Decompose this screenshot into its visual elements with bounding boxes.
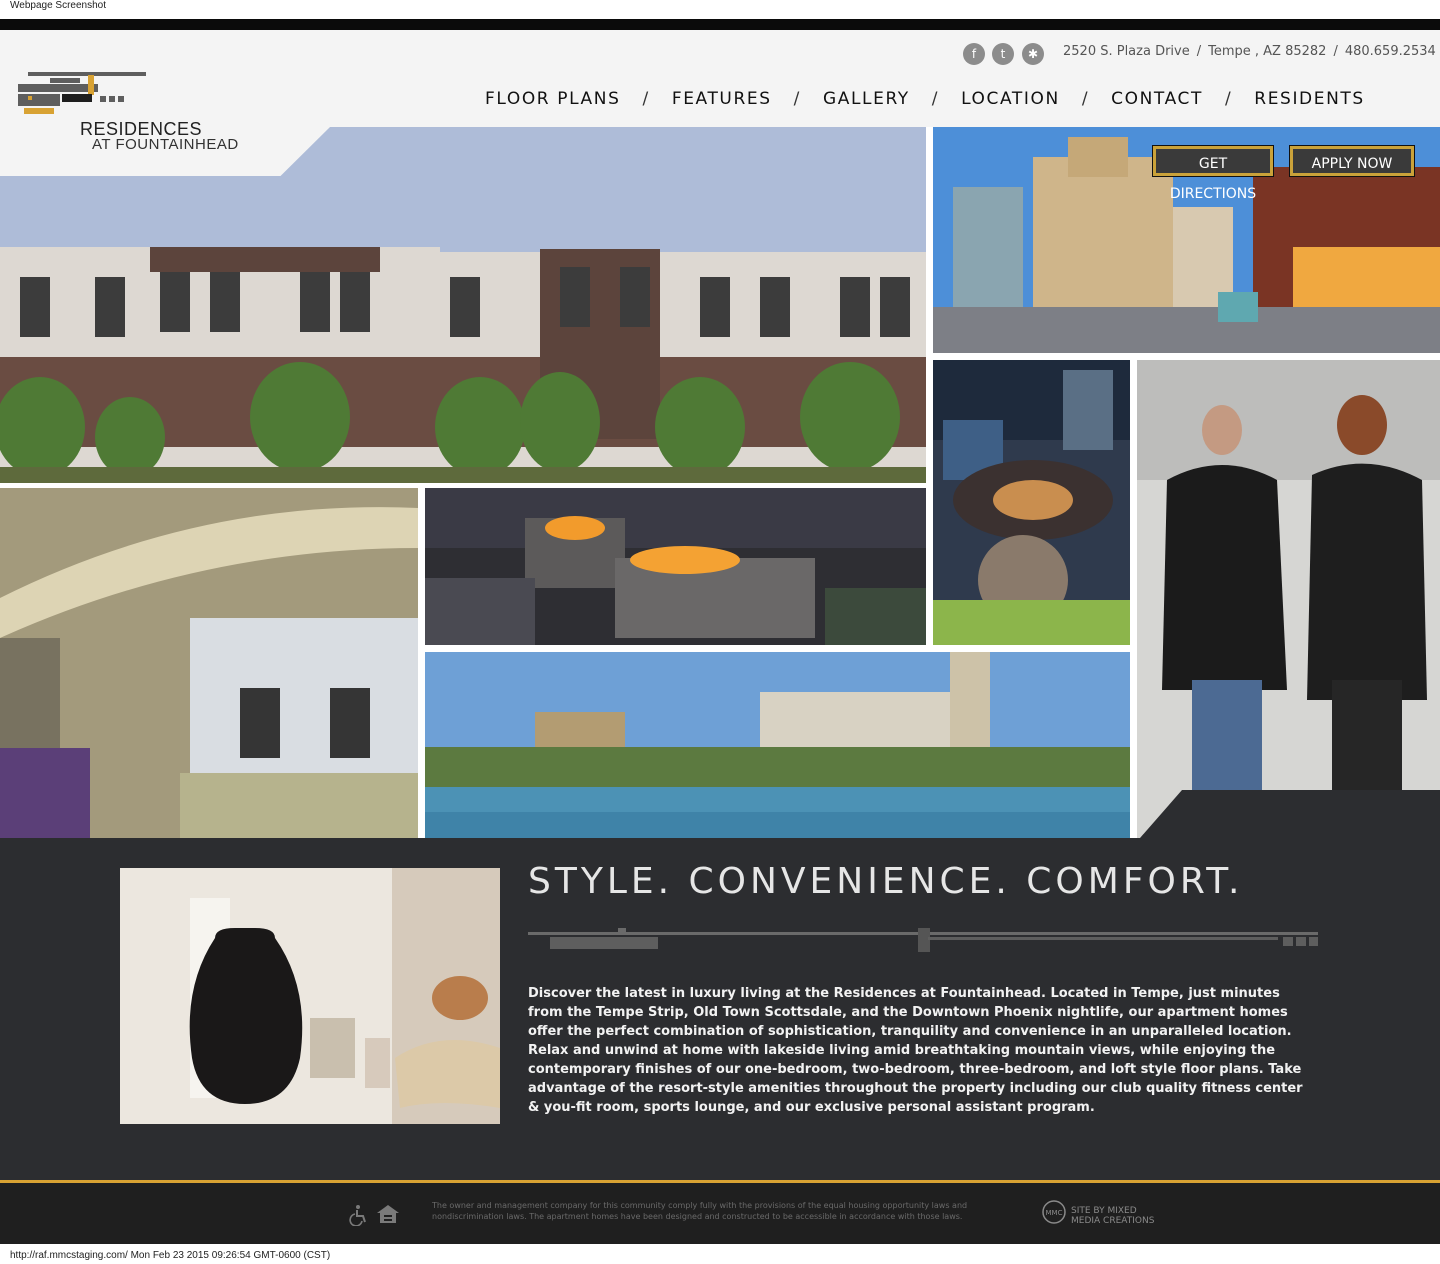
mixed-media-logo-icon[interactable]: MMC bbox=[1041, 1199, 1067, 1225]
nav-floor-plans[interactable]: FLOOR PLANS bbox=[485, 89, 620, 109]
yelp-icon[interactable]: ✱ bbox=[1022, 43, 1044, 65]
site-credit-link[interactable]: SITE BY MIXED MEDIA CREATIONS bbox=[1071, 1206, 1154, 1226]
fair-housing-notice: The owner and management company for thi… bbox=[432, 1201, 968, 1221]
street-address: 2520 S. Plaza Drive bbox=[1063, 44, 1190, 59]
building-rendering-photo bbox=[0, 127, 926, 483]
fitness-center-photo bbox=[0, 488, 418, 838]
logo-wordmark-line2: AT FOUNTAINHEAD bbox=[92, 136, 239, 153]
intro-description: Discover the latest in luxury living at … bbox=[528, 986, 1303, 1115]
nav-gallery[interactable]: GALLERY bbox=[823, 89, 910, 109]
nav-features[interactable]: FEATURES bbox=[672, 89, 772, 109]
get-directions-button[interactable]: GET DIRECTIONS bbox=[1152, 145, 1274, 202]
site-logo[interactable]: RESIDENCES AT FOUNTAINHEAD bbox=[0, 30, 330, 176]
logo-mark-icon bbox=[18, 72, 146, 114]
lakeside-skyline-photo bbox=[425, 652, 1130, 838]
nav-separator: / bbox=[642, 89, 650, 109]
decorative-divider bbox=[528, 928, 1318, 952]
couple-walking-photo bbox=[1137, 360, 1440, 838]
nav-residents[interactable]: RESIDENTS bbox=[1254, 89, 1364, 109]
city-state-zip: Tempe , AZ 85282 bbox=[1208, 44, 1327, 59]
contact-separator: / bbox=[1333, 44, 1338, 59]
facebook-icon[interactable]: f bbox=[963, 43, 985, 65]
nav-separator: / bbox=[1224, 89, 1233, 109]
main-nav: FLOOR PLANS / FEATURES / GALLERY / LOCATION / CO… bbox=[485, 89, 1365, 109]
wheelchair-accessible-icon bbox=[349, 1205, 366, 1226]
rooftop-lounge-photo bbox=[933, 360, 1130, 645]
contact-info: 2520 S. Plaza Drive / Tempe , AZ 85282 / 480… bbox=[1063, 44, 1436, 59]
contact-separator: / bbox=[1196, 44, 1202, 59]
site-credit-line2: MEDIA CREATIONS bbox=[1071, 1216, 1155, 1226]
equal-housing-icon bbox=[377, 1205, 399, 1223]
screenshot-caption: Webpage Screenshot bbox=[10, 0, 106, 11]
decor-vase-photo bbox=[120, 868, 500, 1124]
fire-pit-patio-photo bbox=[425, 488, 926, 645]
nav-separator: / bbox=[931, 89, 940, 109]
intro-section-notch bbox=[1140, 790, 1440, 838]
nav-separator: / bbox=[793, 89, 801, 109]
site-credit-line1: SITE BY MIXED bbox=[1071, 1206, 1137, 1216]
apply-now-button[interactable]: APPLY NOW bbox=[1289, 145, 1415, 177]
nav-contact[interactable]: CONTACT bbox=[1111, 89, 1203, 109]
twitter-icon[interactable]: t bbox=[992, 43, 1014, 65]
intro-headline: STYLE. CONVENIENCE. COMFORT. bbox=[528, 861, 1244, 902]
top-black-bar bbox=[0, 19, 1440, 30]
nav-location[interactable]: LOCATION bbox=[961, 89, 1060, 109]
page-url-timestamp: http://raf.mmcstaging.com/ Mon Feb 23 20… bbox=[10, 1250, 331, 1261]
phone-number[interactable]: 480.659.2534 bbox=[1345, 44, 1436, 59]
nav-separator: / bbox=[1081, 89, 1090, 109]
mixed-media-logo-text: MMC bbox=[1046, 1209, 1063, 1217]
